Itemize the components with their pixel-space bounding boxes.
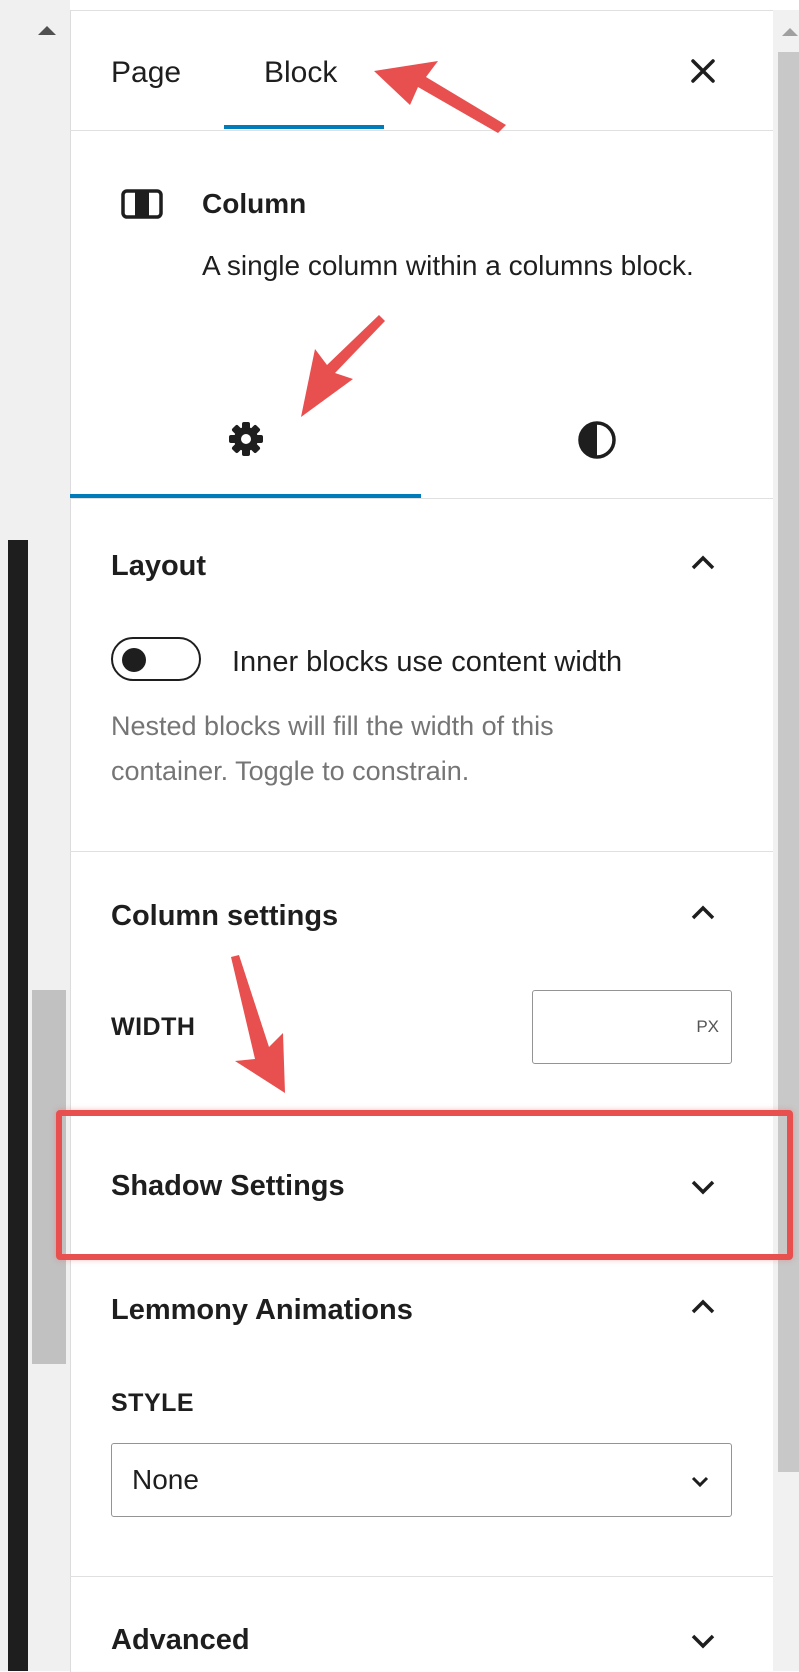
- gear-icon[interactable]: [227, 420, 265, 458]
- contrast-icon[interactable]: [577, 420, 617, 460]
- block-title: Column: [202, 188, 307, 219]
- tab-page[interactable]: Page: [111, 56, 181, 90]
- select-value: None: [132, 1464, 199, 1495]
- toggle-label: Inner blocks use content width: [232, 646, 623, 678]
- annotation-arrow-icon: [301, 315, 385, 417]
- block-description: A single column within a columns block.: [202, 250, 694, 281]
- chevron-down-icon: [689, 1470, 711, 1492]
- chevron-up-icon[interactable]: [688, 1292, 718, 1322]
- sidebar-scroll-up-icon[interactable]: [782, 28, 798, 36]
- advanced-section-title[interactable]: Advanced: [111, 1624, 250, 1657]
- chevron-up-icon[interactable]: [688, 898, 718, 928]
- chevron-up-icon[interactable]: [688, 548, 718, 578]
- width-label: WIDTH: [111, 1013, 196, 1041]
- annotation-arrow-icon: [374, 61, 506, 133]
- section-divider-2: [70, 1576, 773, 1577]
- style-label: STYLE: [111, 1389, 195, 1417]
- content-width-toggle[interactable]: [111, 637, 201, 681]
- close-icon[interactable]: [688, 56, 718, 86]
- width-unit[interactable]: PX: [696, 1017, 719, 1037]
- chevron-down-icon[interactable]: [688, 1626, 718, 1656]
- toggle-knob: [122, 648, 146, 672]
- canvas-scroll-up-icon[interactable]: [38, 26, 56, 35]
- annotation-highlight-box: [56, 1110, 793, 1260]
- animation-style-select[interactable]: None: [111, 1443, 732, 1517]
- width-input[interactable]: PX: [532, 990, 732, 1064]
- editor-canvas-dark-area: [8, 540, 28, 1671]
- animations-section-title[interactable]: Lemmony Animations: [111, 1294, 413, 1327]
- subtab-divider: [70, 498, 773, 499]
- active-tab-indicator: [224, 125, 384, 129]
- section-divider-1: [70, 851, 773, 852]
- layout-section-title[interactable]: Layout: [111, 550, 206, 583]
- tab-block[interactable]: Block: [264, 56, 337, 90]
- column-settings-title[interactable]: Column settings: [111, 900, 338, 933]
- column-icon: [121, 188, 163, 220]
- annotation-arrow-icon: [231, 955, 285, 1093]
- layout-help-text: Nested blocks will fill the width of thi…: [111, 711, 554, 786]
